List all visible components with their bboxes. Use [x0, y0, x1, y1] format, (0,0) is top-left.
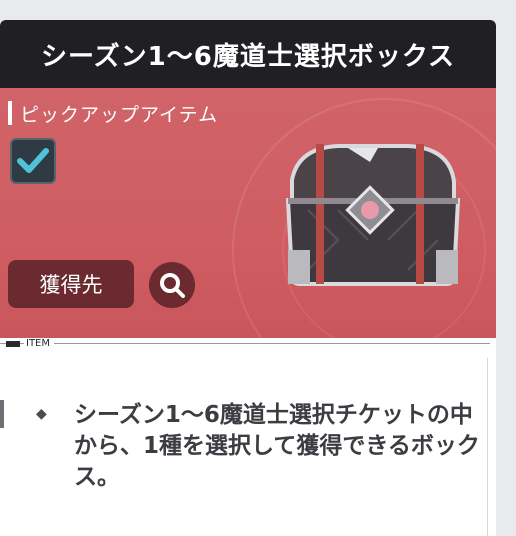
acquisition-source-button[interactable]: 獲得先	[8, 260, 134, 308]
scroll-track	[487, 358, 488, 536]
description-accent-bar	[0, 400, 4, 428]
checkmark-icon	[17, 148, 49, 173]
item-title: シーズン1〜6魔道士選択ボックス	[0, 20, 496, 88]
description-text: シーズン1〜6魔道士選択チケットの中から、1種を選択して獲得できるボックス。	[74, 402, 480, 490]
divider-line	[0, 343, 490, 344]
item-banner: ピックアップアイテム 獲得先	[0, 88, 496, 338]
pickup-header: ピックアップアイテム	[8, 100, 218, 126]
divider-marker	[6, 341, 20, 347]
treasure-chest-image	[285, 144, 461, 286]
bullet-icon: ◆	[36, 406, 47, 422]
item-detail-card: シーズン1〜6魔道士選択ボックス ピックアップアイテム 獲得先 ITEM ◆ シ…	[0, 20, 496, 536]
pickup-accent-bar	[8, 101, 12, 125]
search-icon	[160, 273, 185, 298]
pickup-label: ピックアップアイテム	[20, 103, 219, 126]
search-button[interactable]	[149, 262, 195, 308]
section-tab-label: ITEM	[24, 338, 55, 349]
pickup-checkbox[interactable]	[10, 138, 56, 184]
item-section-divider: ITEM	[0, 338, 496, 350]
